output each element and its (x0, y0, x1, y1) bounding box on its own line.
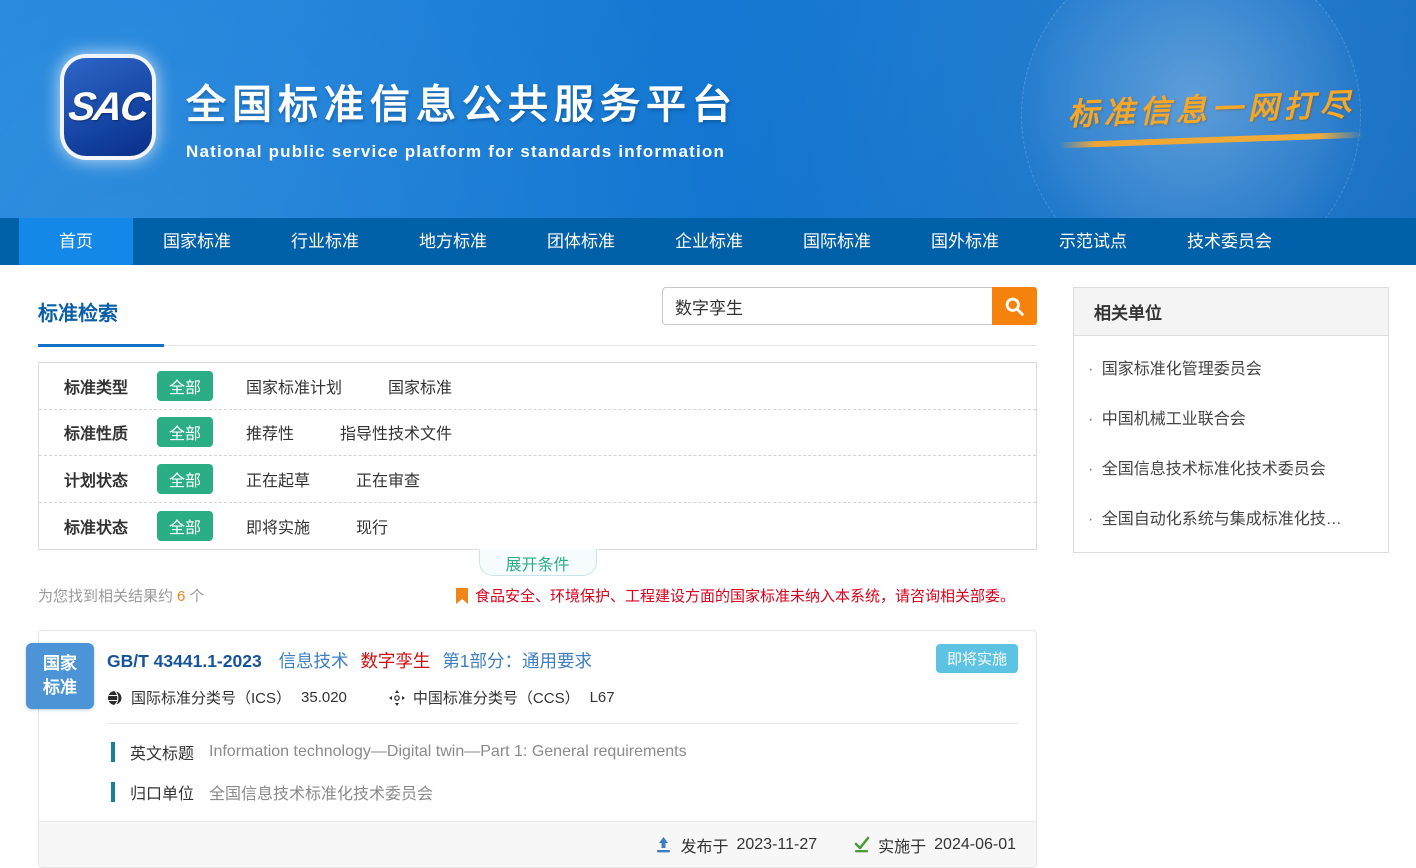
nav-pilot-programs[interactable]: 示范试点 (1029, 218, 1157, 265)
card-footer: 发布于 2023-11-27 实施于 2024-06-01 (39, 821, 1036, 867)
globe-icon (107, 690, 123, 706)
filter-row-standard-status: 标准状态 全部 即将实施 现行 (39, 503, 1036, 550)
filter-label: 标准性质 (64, 420, 157, 444)
ccs-label: 中国标准分类号（CCS） (413, 687, 580, 708)
ics-value: 35.020 (301, 689, 347, 706)
filter-all-button[interactable]: 全部 (157, 417, 213, 447)
filter-row-standard-nature: 标准性质 全部 推荐性 指导性技术文件 (39, 410, 1036, 457)
nav-foreign-standards[interactable]: 国外标准 (901, 218, 1029, 265)
page-title: 标准检索 (38, 287, 118, 326)
main-column: 标准检索 标准类型 全部 国家标准计划 国家标准 (38, 287, 1037, 868)
search-box (662, 287, 1037, 325)
expand-conditions-button[interactable]: 展开条件 (479, 549, 597, 576)
filter-option[interactable]: 国家标准 (388, 374, 452, 398)
filter-all-button[interactable]: 全部 (157, 371, 213, 401)
filter-option[interactable]: 即将实施 (246, 514, 310, 538)
nav-national-standards[interactable]: 国家标准 (133, 218, 261, 265)
badge-line2: 标准 (26, 676, 94, 700)
ccs-value: L67 (590, 689, 615, 706)
expand-conditions-wrap: 展开条件 (38, 549, 1037, 576)
results-count: 6 (173, 588, 189, 605)
english-title-value: Information technology—Digital twin—Part… (209, 743, 687, 761)
status-badge: 即将实施 (936, 644, 1018, 673)
badge-line1: 国家 (26, 652, 94, 676)
nav-enterprise-standards[interactable]: 企业标准 (645, 218, 773, 265)
committee-row: 归口单位 全国信息技术标准化技术委员会 (111, 780, 1036, 804)
standard-code[interactable]: GB/T 43441.1-2023 (107, 651, 262, 671)
slogan: 标准信息一网打尽 (1059, 84, 1364, 143)
filter-all-button[interactable]: 全部 (157, 464, 213, 494)
site-title-block: 全国标准信息公共服务平台 National public service pla… (186, 72, 738, 162)
related-units-title: 相关单位 (1074, 288, 1388, 336)
standard-title-highlight[interactable]: 数字孪生 (360, 651, 430, 671)
site-header: SAC 全国标准信息公共服务平台 National public service… (0, 0, 1416, 218)
result-card: 国家 标准 即将实施 GB/T 43441.1-2023 信息技术 数字孪生 第… (38, 630, 1037, 868)
related-units-panel: 相关单位 国家标准化管理委员会 中国机械工业联合会 全国信息技术标准化技术委员会… (1073, 287, 1389, 553)
summary-prefix: 为您找到相关结果约 (38, 588, 173, 605)
committee-value: 全国信息技术标准化技术委员会 (209, 780, 433, 804)
nav-local-standards[interactable]: 地方标准 (389, 218, 517, 265)
related-unit-machinery-federation[interactable]: 中国机械工业联合会 (1074, 392, 1388, 442)
main-nav: 首页 国家标准 行业标准 地方标准 团体标准 企业标准 国际标准 国外标准 示范… (0, 218, 1416, 265)
nav-industry-standards[interactable]: 行业标准 (261, 218, 389, 265)
filter-option[interactable]: 国家标准计划 (246, 374, 342, 398)
related-unit-it-standardization-committee[interactable]: 全国信息技术标准化技术委员会 (1074, 442, 1388, 492)
filter-row-plan-status: 计划状态 全部 正在起草 正在审查 (39, 456, 1036, 503)
related-unit-sac[interactable]: 国家标准化管理委员会 (1074, 342, 1388, 392)
teal-bar (111, 742, 115, 762)
filter-label: 标准类型 (64, 374, 157, 398)
filter-option[interactable]: 现行 (356, 514, 388, 538)
results-summary: 为您找到相关结果约6个 (38, 585, 204, 606)
nav-group-standards[interactable]: 团体标准 (517, 218, 645, 265)
standard-title-link[interactable]: GB/T 43441.1-2023 信息技术 数字孪生 第1部分：通用要求 (107, 648, 1036, 673)
english-title-label: 英文标题 (130, 740, 194, 764)
notice-text: 食品安全、环境保护、工程建设方面的国家标准未纳入本系统，请咨询相关部委。 (475, 585, 1015, 606)
filter-row-standard-type: 标准类型 全部 国家标准计划 国家标准 (39, 363, 1036, 410)
page-title-underline (38, 344, 164, 347)
ics-label: 国际标准分类号（ICS） (131, 687, 291, 708)
related-unit-automation-systems-committee[interactable]: 全国自动化系统与集成标准化技… (1074, 492, 1388, 542)
search-input[interactable] (662, 287, 992, 325)
summary-suffix: 个 (189, 588, 204, 605)
content-area: 标准检索 标准类型 全部 国家标准计划 国家标准 (0, 265, 1416, 868)
site-title: 全国标准信息公共服务平台 (186, 72, 738, 130)
nav-home[interactable]: 首页 (19, 218, 133, 265)
sac-logo-text: SAC (66, 85, 151, 130)
search-icon (1004, 296, 1025, 317)
standard-title-part1[interactable]: 信息技术 (279, 651, 349, 671)
search-button[interactable] (992, 287, 1037, 325)
compass-icon (389, 690, 405, 706)
bookmark-icon (456, 588, 468, 604)
nav-technical-committees[interactable]: 技术委员会 (1157, 218, 1302, 265)
national-standard-badge: 国家 标准 (26, 643, 94, 709)
results-summary-row: 为您找到相关结果约6个 食品安全、环境保护、工程建设方面的国家标准未纳入本系统，… (38, 585, 1037, 606)
filter-option[interactable]: 正在审查 (356, 467, 420, 491)
teal-bar (111, 782, 115, 802)
sac-logo[interactable]: SAC (60, 54, 156, 160)
filter-label: 标准状态 (64, 514, 157, 538)
nav-international-standards[interactable]: 国际标准 (773, 218, 901, 265)
section-head: 标准检索 (38, 287, 1037, 346)
site-subtitle: National public service platform for sta… (186, 142, 738, 162)
slogan-text: 标准信息一网打尽 (1058, 79, 1364, 135)
english-title-row: 英文标题 Information technology—Digital twin… (111, 740, 1036, 764)
filter-option[interactable]: 指导性技术文件 (340, 420, 452, 444)
filter-option[interactable]: 正在起草 (246, 467, 310, 491)
standard-title-part2[interactable]: 第1部分：通用要求 (442, 651, 592, 671)
filter-all-button[interactable]: 全部 (157, 511, 213, 541)
filter-panel: 标准类型 全部 国家标准计划 国家标准 标准性质 全部 推荐性 指导性技术文件 … (38, 362, 1037, 550)
related-units-list: 国家标准化管理委员会 中国机械工业联合会 全国信息技术标准化技术委员会 全国自动… (1074, 336, 1388, 552)
card-divider (107, 723, 1018, 724)
filter-label: 计划状态 (64, 467, 157, 491)
filter-option[interactable]: 推荐性 (246, 420, 294, 444)
standard-meta-row: 国际标准分类号（ICS） 35.020 中国标准分类号（CCS） L67 (107, 687, 1036, 708)
system-notice: 食品安全、环境保护、工程建设方面的国家标准未纳入本系统，请咨询相关部委。 (456, 585, 1015, 606)
committee-label: 归口单位 (130, 780, 194, 804)
